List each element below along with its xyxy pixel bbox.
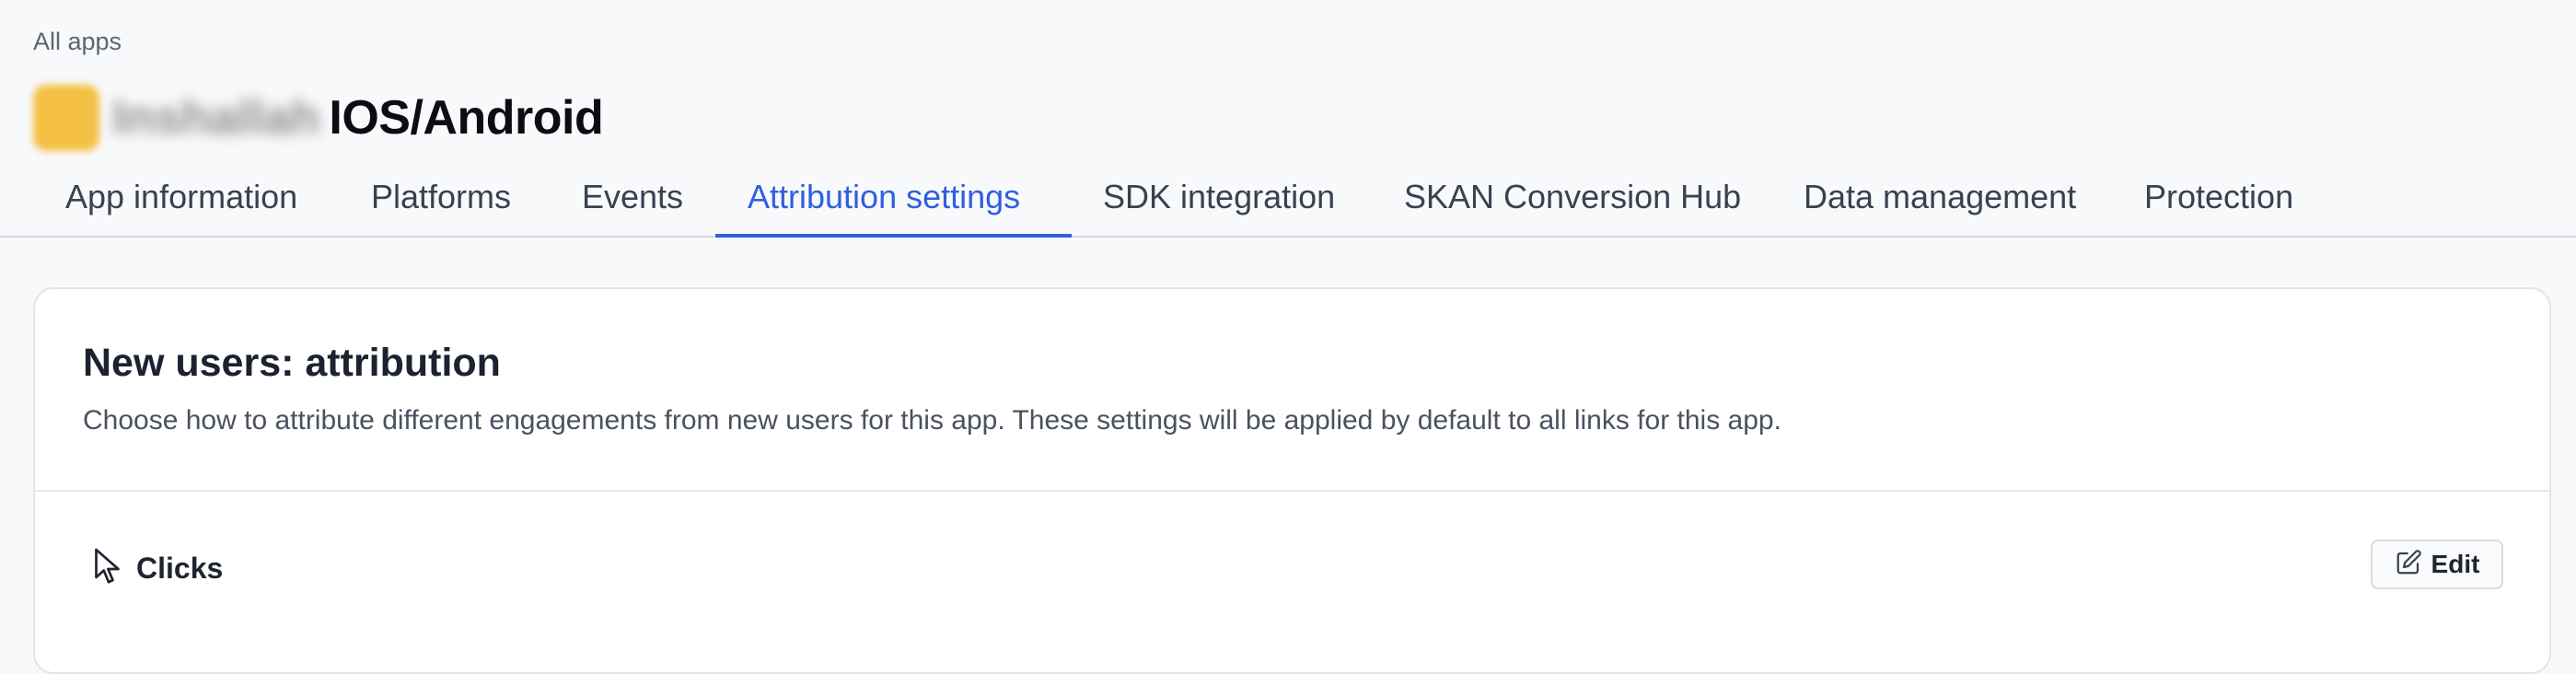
app-icon <box>33 85 99 151</box>
edit-button[interactable]: Edit <box>2371 540 2503 589</box>
clicks-label: Clicks <box>136 551 224 585</box>
section-title: New users: attribution <box>83 341 501 385</box>
tab-bar: App information Platforms Events Attribu… <box>0 162 2576 238</box>
tab-sdk-integration[interactable]: SDK integration <box>1071 162 1367 238</box>
cursor-icon <box>92 547 125 590</box>
clicks-row: Clicks <box>92 545 223 591</box>
tab-platforms[interactable]: Platforms <box>339 162 543 238</box>
tab-app-information[interactable]: App information <box>33 162 330 238</box>
edit-icon <box>2395 549 2422 581</box>
page-title: IOS/Android <box>329 91 604 145</box>
app-name-redacted: Inshallah <box>112 91 320 145</box>
app-header: Inshallah IOS/Android <box>33 85 604 151</box>
breadcrumb-all-apps[interactable]: All apps <box>33 28 122 56</box>
tab-protection[interactable]: Protection <box>2112 162 2326 238</box>
tab-events[interactable]: Events <box>550 162 715 238</box>
tab-data-management[interactable]: Data management <box>1771 162 2108 238</box>
divider <box>35 490 2549 492</box>
tab-skan-conversion-hub[interactable]: SKAN Conversion Hub <box>1372 162 1773 238</box>
edit-button-label: Edit <box>2431 550 2480 578</box>
attribution-card: New users: attribution Choose how to att… <box>33 287 2551 674</box>
tab-attribution-settings[interactable]: Attribution settings <box>715 162 1072 238</box>
section-description: Choose how to attribute different engage… <box>83 405 1781 436</box>
